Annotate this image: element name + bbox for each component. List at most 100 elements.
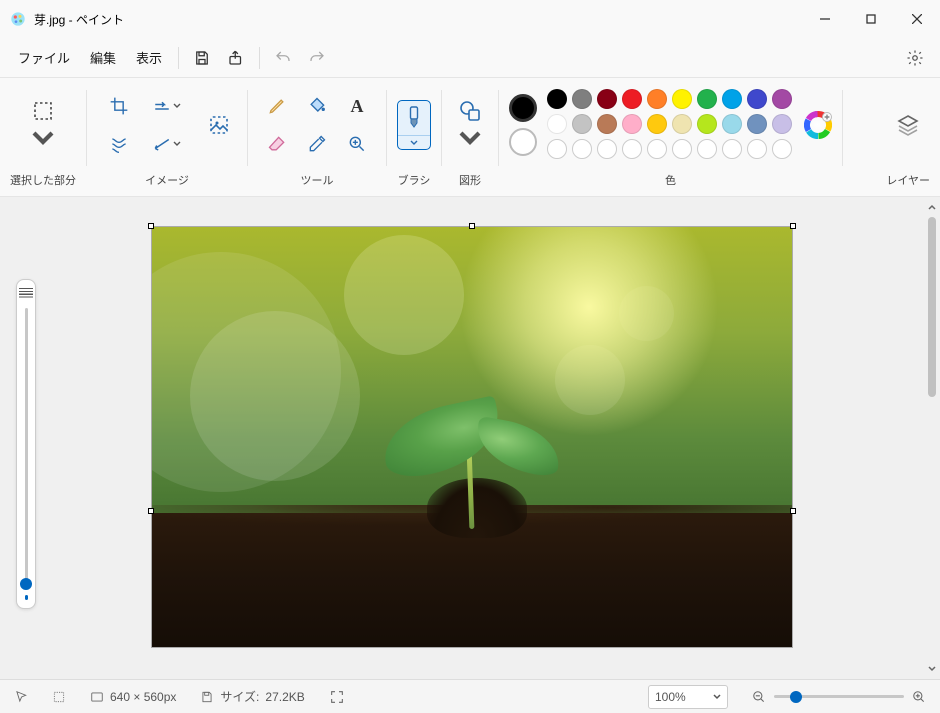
- color-swatch[interactable]: [672, 114, 692, 134]
- brush-size-slider[interactable]: [16, 279, 36, 609]
- ribbon: 選択した部分 イメージ A: [0, 78, 940, 197]
- canvas[interactable]: [152, 227, 792, 647]
- minimize-button[interactable]: [802, 0, 848, 38]
- redo-button[interactable]: [300, 41, 334, 75]
- color-swatch-empty[interactable]: [722, 139, 742, 159]
- color-swatch[interactable]: [572, 114, 592, 134]
- eraser-tool[interactable]: [260, 127, 294, 161]
- divider: [259, 47, 260, 69]
- divider: [842, 90, 843, 166]
- color-swatch-empty[interactable]: [647, 139, 667, 159]
- section-image: イメージ: [87, 84, 247, 196]
- fit-screen[interactable]: [329, 689, 345, 705]
- color-swatch-empty[interactable]: [622, 139, 642, 159]
- color-2[interactable]: [509, 128, 537, 156]
- settings-button[interactable]: [898, 41, 932, 75]
- zoom-out-button[interactable]: [752, 690, 766, 704]
- text-tool[interactable]: A: [340, 89, 374, 123]
- section-label: ブラシ: [398, 166, 431, 196]
- color-swatch[interactable]: [697, 89, 717, 109]
- color-swatch-empty[interactable]: [772, 139, 792, 159]
- zoom-in-button[interactable]: [912, 690, 926, 704]
- zoom-slider-track[interactable]: [774, 695, 904, 698]
- edit-colors-button[interactable]: [804, 111, 832, 139]
- color-swatch-empty[interactable]: [572, 139, 592, 159]
- color-swatch[interactable]: [597, 89, 617, 109]
- resize-handle[interactable]: [790, 223, 796, 229]
- window-title: 芽.jpg - ペイント: [34, 11, 124, 28]
- maximize-button[interactable]: [848, 0, 894, 38]
- pencil-tool[interactable]: [260, 89, 294, 123]
- stripes-icon: [19, 288, 33, 298]
- color-1[interactable]: [509, 94, 537, 122]
- menu-view[interactable]: 表示: [126, 42, 172, 73]
- brush-tool[interactable]: [397, 100, 431, 150]
- resize-handle[interactable]: [148, 223, 154, 229]
- color-swatch-empty[interactable]: [697, 139, 717, 159]
- color-swatch[interactable]: [722, 89, 742, 109]
- section-label: 色: [665, 166, 676, 196]
- color-swatch[interactable]: [547, 114, 567, 134]
- color-swatch[interactable]: [722, 114, 742, 134]
- menu-edit[interactable]: 編集: [80, 42, 126, 73]
- color-swatch[interactable]: [622, 89, 642, 109]
- crop-tool[interactable]: [102, 89, 136, 123]
- canvas-area: [0, 197, 940, 679]
- color-swatch[interactable]: [597, 114, 617, 134]
- color-swatch[interactable]: [772, 89, 792, 109]
- color-swatch-empty[interactable]: [672, 139, 692, 159]
- menu-file[interactable]: ファイル: [8, 42, 80, 73]
- file-size: サイズ:27.2KB: [200, 688, 304, 705]
- undo-button[interactable]: [266, 41, 300, 75]
- canvas-image[interactable]: [152, 227, 792, 647]
- vertical-scrollbar[interactable]: [926, 201, 938, 675]
- section-label: レイヤー: [886, 166, 930, 196]
- save-button[interactable]: [185, 41, 219, 75]
- section-selection: 選択した部分: [0, 84, 86, 196]
- menubar: ファイル 編集 表示: [0, 38, 940, 78]
- fill-tool[interactable]: [300, 89, 334, 123]
- color-swatch[interactable]: [747, 89, 767, 109]
- section-label: ツール: [301, 166, 334, 196]
- close-button[interactable]: [894, 0, 940, 38]
- section-shapes: 図形: [442, 84, 498, 196]
- eyedropper-tool[interactable]: [300, 127, 334, 161]
- color-swatch[interactable]: [547, 89, 567, 109]
- resize-handle[interactable]: [469, 223, 475, 229]
- color-swatch[interactable]: [647, 114, 667, 134]
- section-label: 図形: [459, 166, 481, 196]
- color-swatch[interactable]: [672, 89, 692, 109]
- layers-button[interactable]: [890, 107, 926, 143]
- color-swatch-empty[interactable]: [547, 139, 567, 159]
- color-swatch-empty[interactable]: [597, 139, 617, 159]
- magic-select-tool[interactable]: [201, 107, 237, 143]
- section-label: 選択した部分: [10, 166, 76, 196]
- magnifier-tool[interactable]: [340, 127, 374, 161]
- section-colors: 色: [499, 84, 842, 196]
- slider-thumb[interactable]: [20, 578, 32, 590]
- remove-bg-tool[interactable]: [102, 127, 136, 161]
- color-swatch[interactable]: [572, 89, 592, 109]
- select-tool[interactable]: [25, 93, 61, 157]
- scroll-down-icon[interactable]: [926, 661, 938, 675]
- rotate-tool[interactable]: [150, 127, 184, 161]
- resize-handle[interactable]: [790, 508, 796, 514]
- color-swatch[interactable]: [622, 114, 642, 134]
- scroll-up-icon[interactable]: [926, 201, 938, 215]
- zoom-slider-thumb[interactable]: [790, 691, 802, 703]
- color-swatch[interactable]: [772, 114, 792, 134]
- resize-tool[interactable]: [150, 89, 184, 123]
- slider-min-indicator: [25, 595, 28, 600]
- shapes-dropdown[interactable]: [452, 93, 488, 157]
- color-swatch[interactable]: [647, 89, 667, 109]
- slider-track[interactable]: [25, 308, 28, 587]
- titlebar: 芽.jpg - ペイント: [0, 0, 940, 38]
- color-swatch[interactable]: [747, 114, 767, 134]
- share-button[interactable]: [219, 41, 253, 75]
- color-swatch-empty[interactable]: [747, 139, 767, 159]
- color-swatch[interactable]: [697, 114, 717, 134]
- scrollbar-thumb[interactable]: [928, 217, 936, 397]
- resize-handle[interactable]: [148, 508, 154, 514]
- zoom-dropdown[interactable]: 100%: [648, 685, 728, 709]
- divider: [178, 47, 179, 69]
